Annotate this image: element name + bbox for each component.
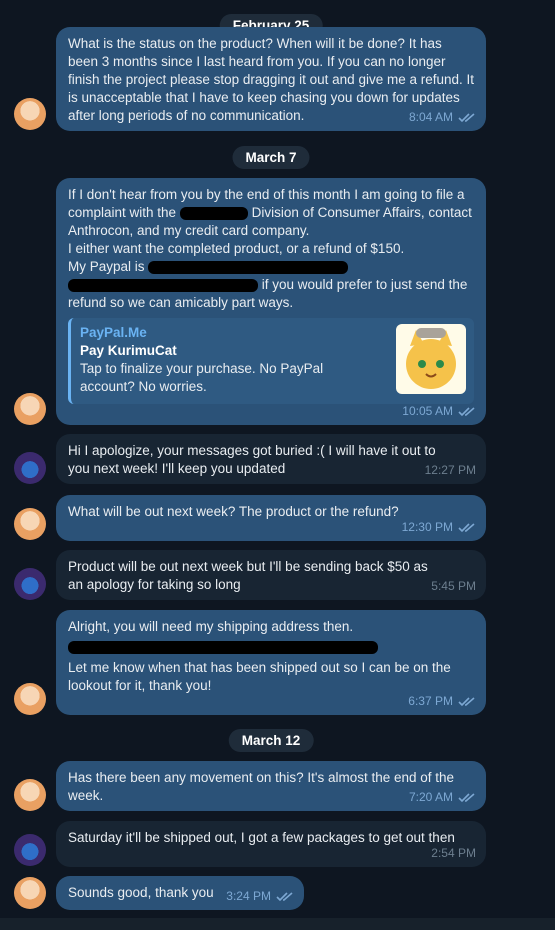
avatar[interactable] [14,508,46,540]
message-bubble[interactable]: Hi I apologize, your messages got buried… [56,434,486,484]
message-time: 12:27 PM [424,463,476,477]
message-bubble[interactable]: Saturday it'll be shipped out, I got a f… [56,821,486,867]
message-bubble[interactable]: Alright, you will need my shipping addre… [56,610,486,715]
double-check-icon [458,792,475,802]
message-meta: 8:04 AM [409,108,476,126]
message-time: 8:04 AM [408,110,453,124]
message-time: 12:30 PM [401,520,453,534]
double-check-icon [458,696,475,706]
message-bubble[interactable]: What will be out next week? The product … [56,495,486,541]
avatar[interactable] [14,779,46,811]
date-separator: March 12 [228,729,314,752]
message-text: Saturday it'll be shipped out, I got a f… [68,830,455,845]
date-separator: March 7 [232,146,310,169]
message-meta: 12:30 PM [402,518,476,536]
cat-avatar-icon [406,328,456,389]
avatar[interactable] [14,452,46,484]
avatar[interactable] [14,393,46,425]
link-preview[interactable]: PayPal.Me Pay KurimuCat Tap to finalize … [68,318,474,404]
avatar[interactable] [14,834,46,866]
message-bubble[interactable]: If I don't hear from you by the end of t… [56,178,486,425]
double-check-icon [458,522,475,532]
redaction-mark [68,278,258,292]
avatar[interactable] [14,877,46,909]
double-check-icon [458,406,475,416]
redaction-mark [148,260,349,274]
link-preview-description: Tap to finalize your purchase. No PayPal… [80,361,324,394]
message-text: Alright, you will need my shipping addre… [68,619,451,693]
link-preview-thumbnail [396,324,466,394]
double-check-icon [458,112,475,122]
avatar[interactable] [14,683,46,715]
message-bubble[interactable]: Product will be out next week but I'll b… [56,550,486,600]
message-meta: 3:24 PM [226,887,294,905]
message-bubble[interactable]: Sounds good, thank you 3:24 PM [56,876,304,910]
avatar[interactable] [14,568,46,600]
message-meta: 6:37 PM [408,692,476,710]
message-text: Hi I apologize, your messages got buried… [68,443,436,476]
message-bubble[interactable]: What is the status on the product? When … [56,27,486,131]
message-time: 7:20 AM [408,790,453,804]
message-meta: 7:20 AM [409,788,476,806]
message-meta: 2:54 PM [431,844,476,862]
message-time: 5:45 PM [431,579,476,593]
message-time: 10:05 AM [402,404,453,418]
redaction-mark [68,641,378,654]
message-meta: 10:05 AM [402,402,476,420]
message-meta: 5:45 PM [431,577,476,595]
avatar[interactable] [14,98,46,130]
message-bubble[interactable]: Has there been any movement on this? It'… [56,761,486,811]
double-check-icon [276,891,293,901]
message-meta: 12:27 PM [425,461,476,479]
message-text: If I don't hear from you by the end of t… [68,187,472,310]
message-time: 2:54 PM [431,846,476,860]
message-time: 3:24 PM [226,889,271,903]
message-text: Product will be out next week but I'll b… [68,559,428,592]
input-bar-edge [0,918,555,930]
redaction-mark [179,206,248,220]
message-time: 6:37 PM [408,694,453,708]
